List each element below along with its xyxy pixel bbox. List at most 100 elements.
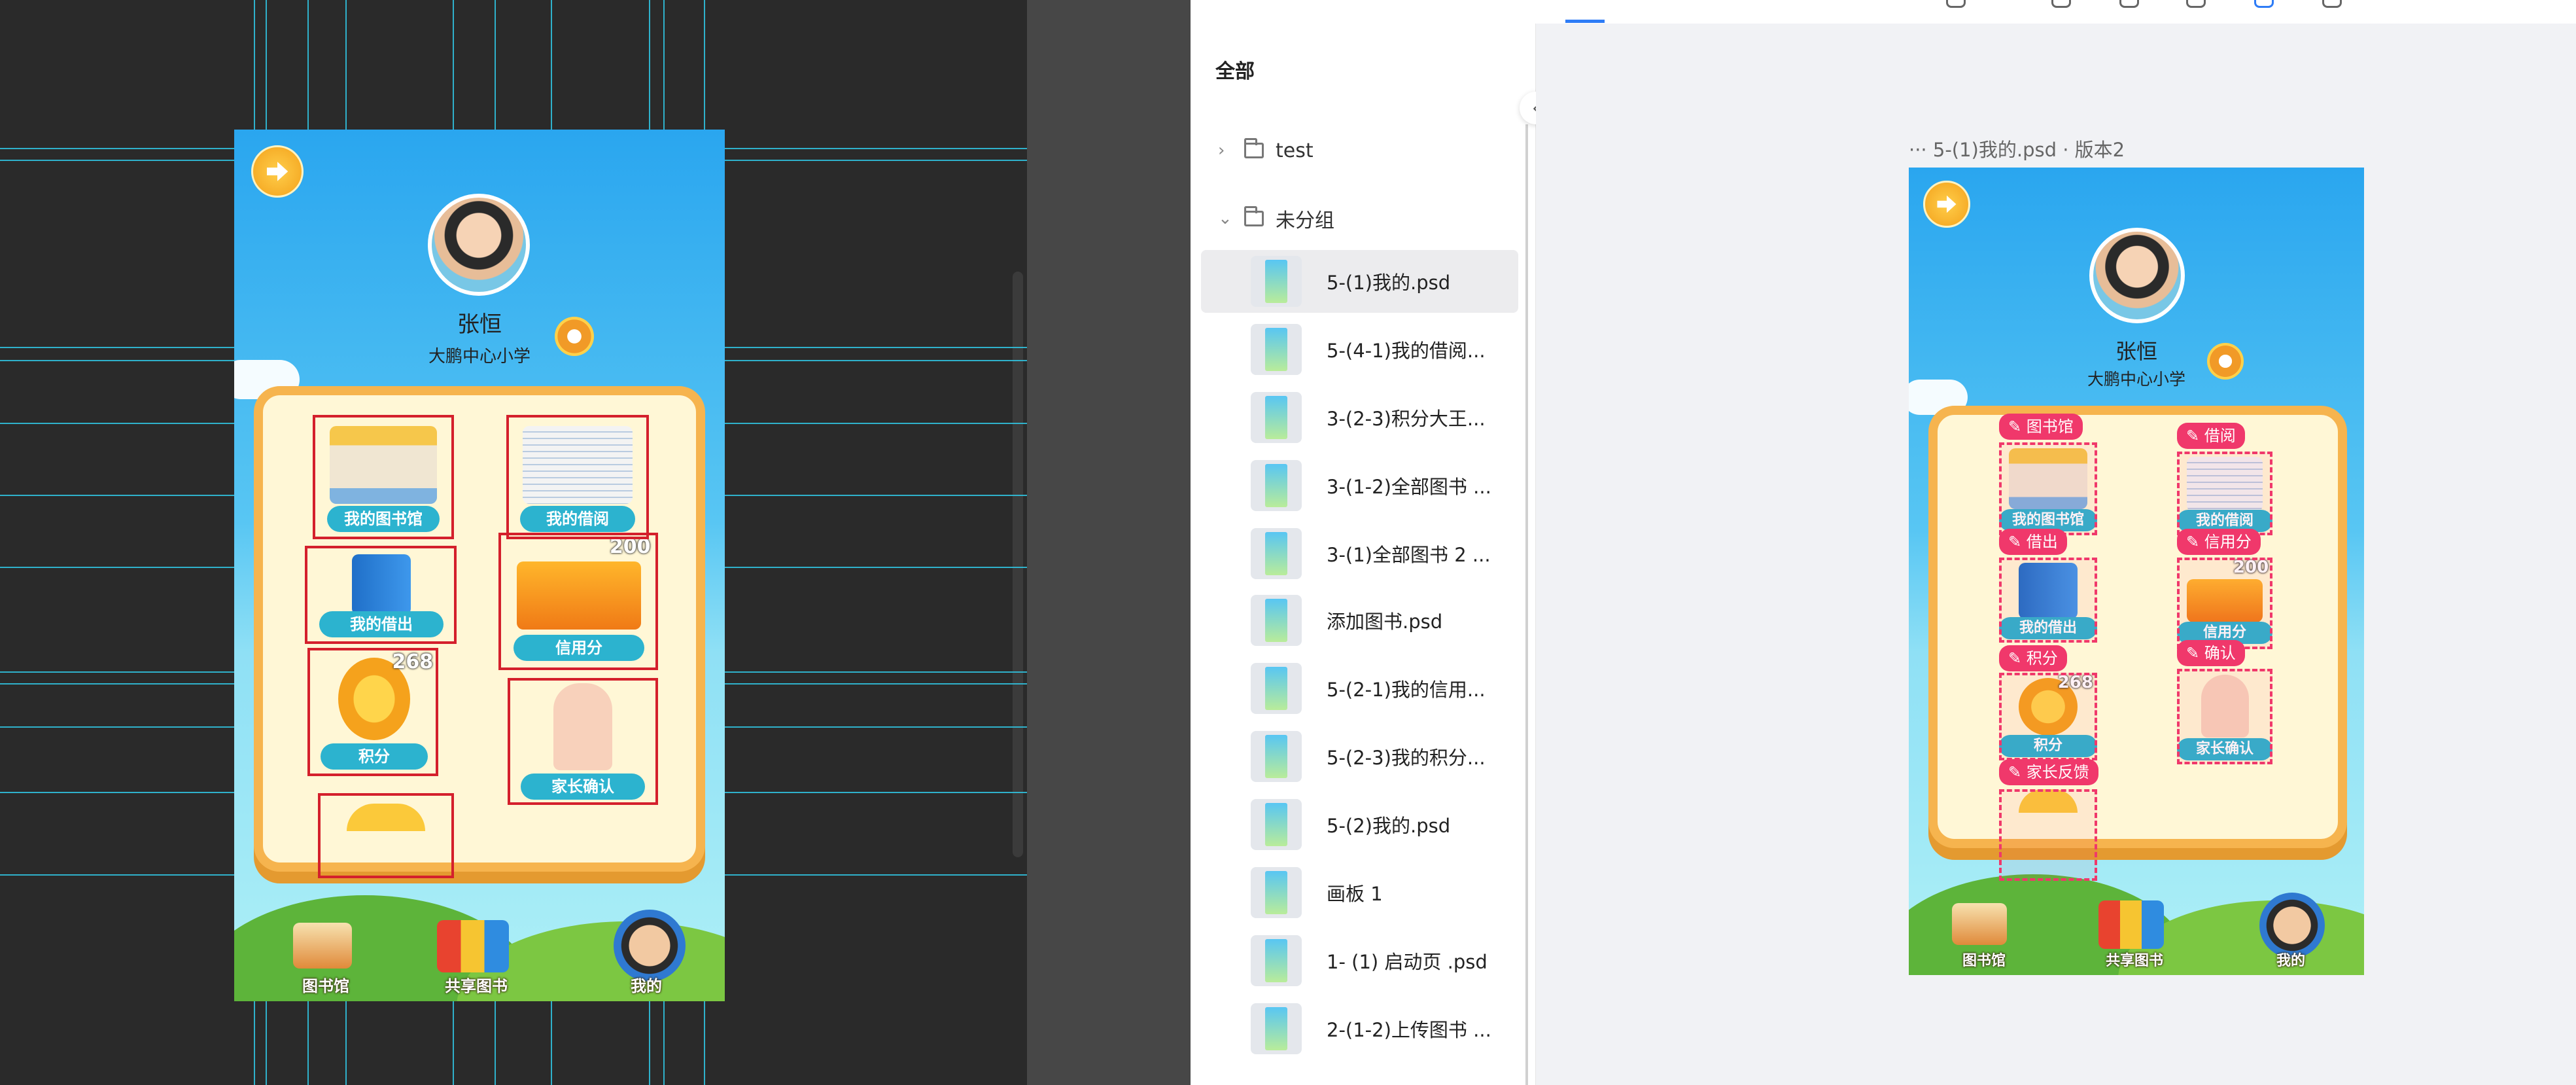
file-name: 2-(1-2)上传图书 ...	[1327, 1019, 1491, 1041]
file-thumbnail	[1251, 867, 1302, 918]
toolbar-icon[interactable]	[2186, 0, 2206, 8]
file-name: 5-(2-3)我的积分...	[1327, 747, 1486, 769]
file-item[interactable]: 5-(1)我的.psd	[1201, 250, 1518, 313]
file-thumbnail	[1251, 256, 1302, 307]
file-item[interactable]: 3-(1)全部图书 2 ...	[1201, 522, 1518, 585]
hotspot-box[interactable]	[1999, 558, 2097, 643]
folder-test[interactable]: › test	[1218, 131, 1314, 170]
layer-selection-box	[305, 546, 457, 644]
user-name: 张恒	[457, 311, 502, 338]
hotspot-box[interactable]	[2177, 669, 2272, 764]
file-item[interactable]: 3-(2-3)积分大王...	[1201, 386, 1518, 449]
layer-selection-box	[307, 648, 438, 776]
panel-scrollbar[interactable]	[1525, 124, 1528, 1085]
tag-label: 家长反馈	[2026, 763, 2089, 781]
tab-library[interactable]: 图书馆	[1948, 949, 2020, 970]
library-tab-icon	[1952, 903, 2007, 945]
folder-icon	[1244, 138, 1264, 158]
folder-label: test	[1276, 139, 1314, 162]
hotspot-tag-lend[interactable]: ✎ 借出	[1999, 529, 2067, 555]
folder-icon	[1244, 206, 1264, 226]
settings-gear-icon[interactable]	[555, 317, 594, 356]
hotspot-tag-borrow[interactable]: ✎ 借阅	[2177, 423, 2245, 449]
hotspot-tag-confirm[interactable]: ✎ 确认	[2177, 640, 2245, 666]
file-thumbnail	[1251, 460, 1302, 511]
panel-title: 全部	[1215, 60, 1255, 83]
hotspot-tag-feedback[interactable]: ✎ 家长反馈	[1999, 759, 2098, 785]
tab-shared-books[interactable]: 共享图书	[430, 973, 522, 996]
exit-icon[interactable]	[251, 145, 304, 198]
file-item[interactable]: 3-(1-2)全部图书 ...	[1201, 454, 1518, 517]
toolbar-icon[interactable]	[2322, 0, 2342, 8]
file-name: 添加图书.psd	[1327, 611, 1443, 633]
tab-library[interactable]: 图书馆	[287, 973, 365, 996]
folder-ungrouped[interactable]: ⌄ 未分组	[1218, 199, 1334, 238]
layer-selection-box	[508, 678, 658, 805]
toolbar-icon[interactable]	[1946, 0, 1966, 8]
file-item[interactable]: 5-(2-3)我的积分...	[1201, 725, 1518, 788]
file-thumbnail	[1251, 528, 1302, 579]
tab-mine[interactable]: 我的	[620, 973, 672, 996]
hotspot-tag-credit[interactable]: ✎ 信用分	[2177, 529, 2261, 555]
mine-tab-icon	[2259, 893, 2325, 958]
file-thumbnail	[1251, 935, 1302, 986]
hotspot-box[interactable]	[1999, 789, 2097, 881]
file-item[interactable]: 2-(1-2)上传图书 ...	[1201, 997, 1518, 1060]
file-item[interactable]: 5-(2)我的.psd	[1201, 793, 1518, 856]
hotspot-tag-library[interactable]: ✎ 图书馆	[1999, 414, 2083, 440]
file-name: 5-(2)我的.psd	[1327, 815, 1451, 837]
file-name: 3-(1)全部图书 2 ...	[1327, 544, 1491, 566]
toolbar-icon[interactable]	[2254, 0, 2274, 8]
file-item[interactable]: 画板 1	[1201, 861, 1518, 924]
hotspot-box[interactable]	[1999, 442, 2097, 535]
mine-tab-icon	[614, 910, 686, 982]
tag-label: 借出	[2026, 533, 2058, 551]
chevron-down-icon: ⌄	[1218, 209, 1232, 228]
file-name: 1- (1) 启动页 .psd	[1327, 951, 1488, 973]
shared-books-tab-icon	[437, 920, 509, 972]
chevron-right-icon: ›	[1218, 141, 1225, 160]
user-name: 张恒	[2115, 339, 2157, 364]
file-item[interactable]: 1- (1) 启动页 .psd	[1201, 929, 1518, 992]
user-school: 大鹏中心小学	[2087, 370, 2185, 389]
file-name: 5-(2-1)我的信用...	[1327, 679, 1486, 701]
tab-shared-books[interactable]: 共享图书	[2092, 949, 2177, 970]
toolbar-icon[interactable]	[2119, 0, 2139, 8]
file-thumbnail	[1251, 799, 1302, 850]
file-item[interactable]: 5-(4-1)我的借阅...	[1201, 318, 1518, 381]
file-item[interactable]: 5-(2-1)我的信用...	[1201, 657, 1518, 720]
file-name: 3-(2-3)积分大王...	[1327, 408, 1486, 430]
file-name: 5-(4-1)我的借阅...	[1327, 340, 1486, 362]
file-thumbnail	[1251, 663, 1302, 714]
tag-label: 确认	[2204, 644, 2236, 662]
settings-gear-icon[interactable]	[2207, 343, 2244, 380]
file-name: 画板 1	[1327, 883, 1383, 905]
layer-selection-box	[498, 533, 658, 670]
hotspot-box[interactable]	[2177, 452, 2272, 535]
file-thumbnail	[1251, 731, 1302, 782]
tab-bar: 图书馆 共享图书 我的	[1909, 893, 2364, 975]
layer-selection-box	[506, 415, 649, 539]
tab-bar: 图书馆 共享图书 我的	[234, 910, 725, 1001]
preview-artboard: 张恒 大鹏中心小学 图书馆 共享图书 我的	[1909, 168, 2364, 975]
exit-icon[interactable]	[1923, 181, 1970, 228]
hotspot-box[interactable]	[2177, 558, 2272, 649]
tag-label: 积分	[2026, 649, 2058, 667]
tag-label: 图书馆	[2026, 418, 2074, 436]
avatar	[2089, 228, 2185, 323]
breadcrumb: ··· 5-(1)我的.psd · 版本2	[1909, 139, 2125, 161]
active-tab-indicator	[1565, 20, 1605, 23]
library-tab-icon	[293, 923, 352, 969]
tag-label: 信用分	[2204, 533, 2252, 551]
panel-top-bar	[1191, 0, 1536, 24]
file-item[interactable]: 添加图书.psd	[1201, 589, 1518, 652]
layer-selection-box	[313, 415, 454, 539]
menu-board	[1928, 406, 2347, 848]
shared-books-tab-icon	[2098, 900, 2164, 949]
hotspot-tag-points[interactable]: ✎ 积分	[1999, 645, 2067, 671]
file-thumbnail	[1251, 392, 1302, 443]
hotspot-box[interactable]	[1999, 673, 2097, 760]
toolbar-icon[interactable]	[2051, 0, 2071, 8]
file-name: 5-(1)我的.psd	[1327, 272, 1451, 294]
tab-mine[interactable]: 我的	[2266, 949, 2316, 970]
